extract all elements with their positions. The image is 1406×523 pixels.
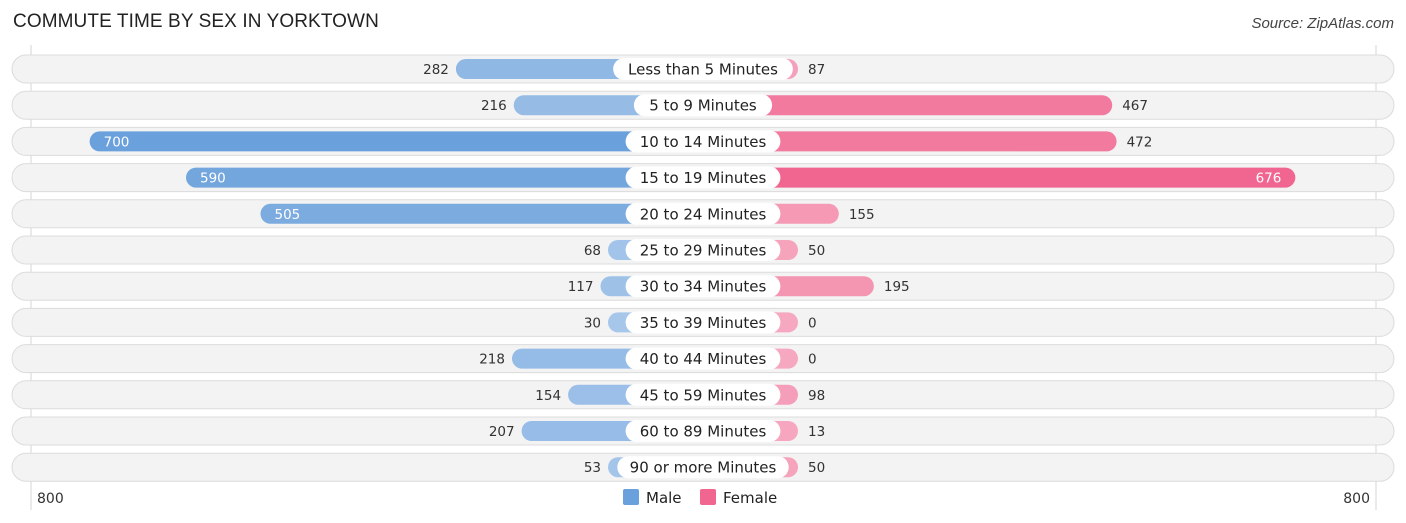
bar-female bbox=[693, 167, 1296, 188]
chart-row: 10 to 14 Minutes 700 472 bbox=[11, 126, 1395, 156]
axis-label-left: 800 bbox=[37, 491, 64, 507]
value-label-male: 700 bbox=[104, 134, 130, 150]
value-label-male: 68 bbox=[584, 243, 601, 259]
value-label-female: 50 bbox=[808, 460, 825, 476]
chart-row: 45 to 59 Minutes 154 98 bbox=[11, 380, 1395, 410]
value-label-female: 467 bbox=[1122, 98, 1148, 114]
value-label-male: 207 bbox=[489, 424, 515, 440]
legend-swatch-male bbox=[623, 489, 639, 505]
category-label: 35 to 39 Minutes bbox=[640, 314, 767, 332]
chart-rows: Less than 5 Minutes 282 87 5 to 9 Minutes 21… bbox=[11, 45, 1395, 510]
axis-label-right: 800 bbox=[1343, 491, 1370, 507]
category-label: 15 to 19 Minutes bbox=[640, 169, 767, 187]
category-label: 90 or more Minutes bbox=[630, 459, 777, 477]
legend-swatch-female bbox=[700, 489, 716, 505]
value-label-female: 155 bbox=[849, 207, 875, 223]
category-label: 5 to 9 Minutes bbox=[649, 97, 757, 115]
value-label-female: 13 bbox=[808, 424, 825, 440]
legend-label-male: Male bbox=[646, 489, 682, 507]
chart-row: 25 to 29 Minutes 68 50 bbox=[11, 235, 1395, 265]
legend: Male Female bbox=[623, 489, 777, 507]
value-label-female: 50 bbox=[808, 243, 825, 259]
chart-row: 35 to 39 Minutes 30 0 bbox=[11, 307, 1395, 337]
diverging-bar-chart: Less than 5 Minutes 282 87 5 to 9 Minutes 21… bbox=[11, 45, 1395, 510]
chart-row: 15 to 19 Minutes 590 676 bbox=[11, 163, 1395, 193]
value-label-female: 472 bbox=[1127, 134, 1153, 150]
value-label-male: 218 bbox=[479, 352, 505, 368]
chart-row: 5 to 9 Minutes 216 467 bbox=[11, 90, 1395, 120]
chart-row: 40 to 44 Minutes 218 0 bbox=[11, 344, 1395, 374]
category-label: 45 to 59 Minutes bbox=[640, 386, 767, 404]
value-label-female: 98 bbox=[808, 388, 825, 404]
value-label-female: 87 bbox=[808, 62, 825, 78]
category-label: 40 to 44 Minutes bbox=[640, 350, 767, 368]
category-label: 30 to 34 Minutes bbox=[640, 278, 767, 296]
category-label: 60 to 89 Minutes bbox=[640, 423, 767, 441]
chart-row: 90 or more Minutes 53 50 bbox=[11, 452, 1395, 482]
category-label: 25 to 29 Minutes bbox=[640, 242, 767, 260]
value-label-male: 505 bbox=[274, 207, 300, 223]
value-label-male: 154 bbox=[535, 388, 561, 404]
chart-row: 60 to 89 Minutes 207 13 bbox=[11, 416, 1395, 446]
value-label-male: 216 bbox=[481, 98, 507, 114]
value-label-female: 0 bbox=[808, 315, 817, 331]
category-label: 20 to 24 Minutes bbox=[640, 205, 767, 223]
value-label-male: 30 bbox=[584, 315, 601, 331]
value-label-male: 590 bbox=[200, 171, 226, 187]
category-label: Less than 5 Minutes bbox=[628, 61, 778, 79]
value-label-female: 0 bbox=[808, 352, 817, 368]
bar-male bbox=[89, 131, 713, 152]
value-label-male: 117 bbox=[568, 279, 594, 295]
chart-row: Less than 5 Minutes 282 87 bbox=[11, 54, 1395, 84]
value-label-male: 53 bbox=[584, 460, 601, 476]
value-label-female: 195 bbox=[884, 279, 910, 295]
legend-label-female: Female bbox=[723, 489, 777, 507]
category-label: 10 to 14 Minutes bbox=[640, 133, 767, 151]
value-label-female: 676 bbox=[1256, 171, 1282, 187]
value-label-male: 282 bbox=[423, 62, 449, 78]
chart-row: 20 to 24 Minutes 505 155 bbox=[11, 199, 1395, 229]
chart-row: 30 to 34 Minutes 117 195 bbox=[11, 271, 1395, 301]
